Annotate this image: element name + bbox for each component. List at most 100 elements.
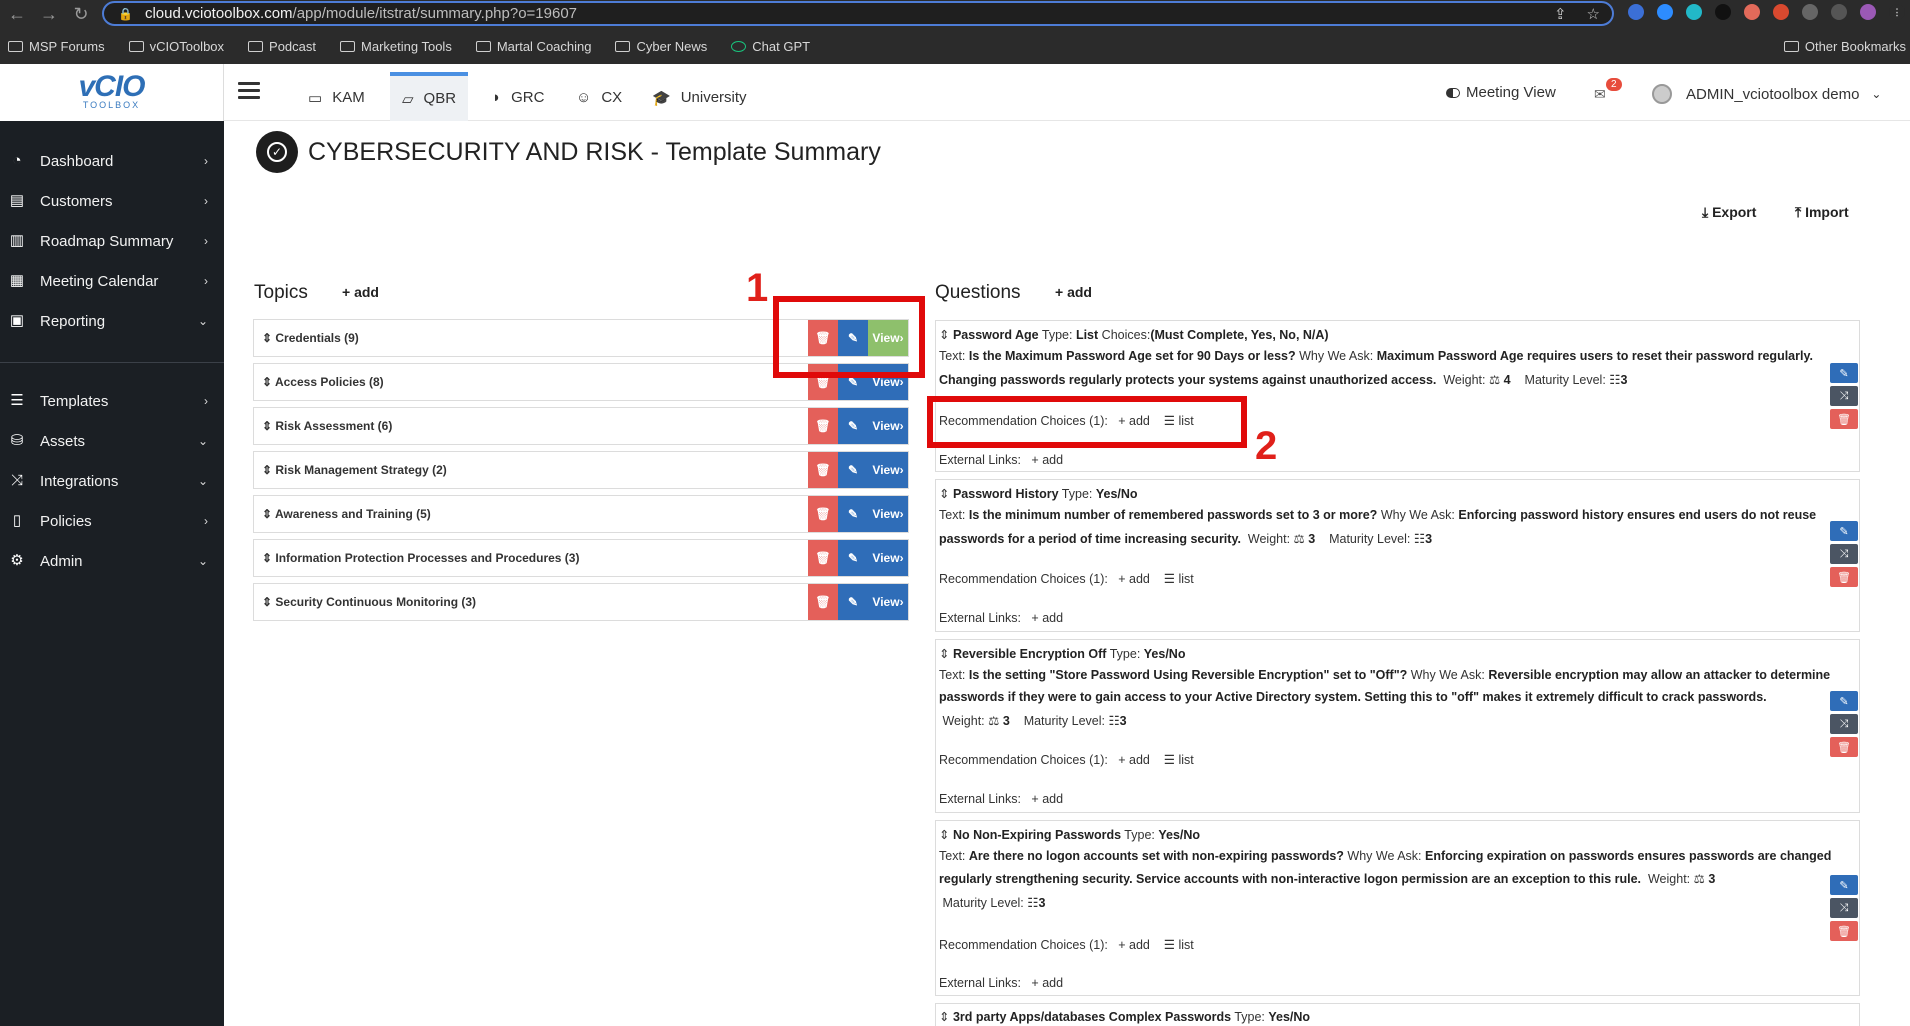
sidebar-item-templates[interactable]: ☰ Templates › (0, 381, 224, 421)
topic-row[interactable]: ⇕ Security Continuous Monitoring (3) 🗑 ✎… (253, 583, 909, 621)
url-bar[interactable]: 🔒 cloud.vciotoolbox.com/app/module/itstr… (102, 1, 1614, 26)
view-button[interactable]: View › (868, 408, 908, 444)
rec-add-button[interactable]: + add (1118, 938, 1150, 952)
sidebar-item-dashboard[interactable]: ◔ Dashboard › (0, 141, 224, 181)
edit-icon[interactable]: ✎ (838, 584, 868, 620)
puzzle-icon[interactable] (1802, 4, 1818, 20)
tab-grc[interactable]: ◗ GRC (480, 74, 556, 121)
edit-icon[interactable]: ✎ (1830, 521, 1858, 541)
extension-icon[interactable] (1715, 4, 1731, 20)
type-label: Type: (1109, 647, 1141, 661)
sidebar-item-admin[interactable]: ⚙ Admin ⌄ (0, 541, 224, 581)
edit-icon[interactable]: ✎ (1830, 875, 1858, 895)
menu-dots-icon[interactable]: ⋮ (1889, 4, 1905, 20)
sidebar-item-meeting-calendar[interactable]: ▦ Meeting Calendar › (0, 261, 224, 301)
sidebar-item-customers[interactable]: ▤ Customers › (0, 181, 224, 221)
rec-list-button[interactable]: ☰ list (1164, 938, 1194, 952)
sidebar-item-reporting[interactable]: ▣ Reporting ⌄ (0, 301, 224, 341)
sidebar-item-roadmap-summary[interactable]: ▥ Roadmap Summary › (0, 221, 224, 261)
view-button[interactable]: View › (868, 540, 908, 576)
external-links-row: External Links: + add (939, 976, 1063, 990)
edit-icon[interactable]: ✎ (1830, 363, 1858, 383)
bookmark-msp-forums[interactable]: MSP Forums (8, 39, 105, 54)
bookmark-label: MSP Forums (29, 38, 105, 54)
forward-icon[interactable]: → (34, 4, 64, 25)
ext-add-button[interactable]: + add (1031, 792, 1063, 806)
add-question-button[interactable]: + add (1055, 284, 1092, 300)
topic-row[interactable]: ⇕ Risk Assessment (6) 🗑 ✎ View › (253, 407, 909, 445)
ext-add-button[interactable]: + add (1031, 453, 1063, 467)
ext-add-button[interactable]: + add (1031, 976, 1063, 990)
topic-row[interactable]: ⇕ Risk Management Strategy (2) 🗑 ✎ View › (253, 451, 909, 489)
profile-icon[interactable] (1860, 4, 1876, 20)
logo[interactable]: vCIO TOOLBOX (0, 64, 224, 121)
shuffle-icon[interactable]: ⤨ (1830, 544, 1858, 564)
ext-add-button[interactable]: + add (1031, 611, 1063, 625)
mail-icon[interactable]: ✉ (1594, 86, 1606, 103)
tab-kam[interactable]: ▭ KAM (296, 74, 377, 121)
view-button[interactable]: View › (868, 584, 908, 620)
sidebar-item-integrations[interactable]: ⤨ Integrations ⌄ (0, 461, 224, 501)
edit-icon[interactable]: ✎ (838, 408, 868, 444)
delete-icon[interactable]: 🗑 (808, 540, 838, 576)
delete-icon[interactable]: 🗑 (808, 584, 838, 620)
delete-icon[interactable]: 🗑 (1830, 409, 1858, 429)
sidebar-item-label: Integrations (40, 472, 119, 490)
bookmark-podcast[interactable]: Podcast (248, 39, 316, 54)
delete-icon[interactable]: 🗑 (808, 496, 838, 532)
bookmark-star-icon[interactable]: ☆ (1587, 5, 1600, 23)
bookmark-cyber-news[interactable]: Cyber News (615, 39, 707, 54)
rec-add-button[interactable]: + add (1118, 753, 1150, 767)
edit-icon[interactable]: ✎ (838, 496, 868, 532)
tab-qbr[interactable]: ▱ QBR (390, 72, 469, 121)
delete-icon[interactable]: 🗑 (808, 452, 838, 488)
share-icon[interactable]: ⇪ (1554, 5, 1567, 23)
other-bookmarks[interactable]: Other Bookmarks (1783, 34, 1906, 58)
tab-cx[interactable]: ☺ CX (564, 74, 634, 121)
bookmark-marketing-tools[interactable]: Marketing Tools (340, 39, 452, 54)
delete-icon[interactable]: 🗑 (1830, 567, 1858, 587)
rec-list-button[interactable]: ☰ list (1164, 572, 1194, 586)
bookmark-chat-gpt[interactable]: Chat GPT (731, 39, 810, 54)
back-icon[interactable]: ← (2, 4, 32, 25)
question-text: Are there no logon accounts set with non… (968, 849, 1344, 863)
view-button[interactable]: View › (868, 452, 908, 488)
url-text: cloud.vciotoolbox.com/app/module/itstrat… (145, 5, 577, 22)
user-menu[interactable]: ADMIN_vciotoolbox demo ⌄ (1652, 84, 1881, 104)
sidebar-item-assets[interactable]: ⛁ Assets ⌄ (0, 421, 224, 461)
topic-row[interactable]: ⇕ Information Protection Processes and P… (253, 539, 909, 577)
edit-icon[interactable]: ✎ (838, 540, 868, 576)
topic-row[interactable]: ⇕ Awareness and Training (5) 🗑 ✎ View › (253, 495, 909, 533)
delete-icon[interactable]: 🗑 (808, 408, 838, 444)
meeting-view-toggle[interactable]: Meeting View (1446, 84, 1556, 101)
maturity-value: 3 (1425, 532, 1433, 546)
extension-icon[interactable] (1773, 4, 1789, 20)
edit-icon[interactable]: ✎ (1830, 691, 1858, 711)
extension-icon[interactable] (1686, 4, 1702, 20)
sidebar-toggle-icon[interactable] (1831, 4, 1847, 20)
edit-icon[interactable]: ✎ (838, 452, 868, 488)
sidebar-item-policies[interactable]: ▯ Policies › (0, 501, 224, 541)
extension-icon[interactable] (1744, 4, 1760, 20)
reload-icon[interactable]: ↻ (66, 4, 96, 25)
view-button[interactable]: View › (868, 496, 908, 532)
tab-university[interactable]: 🎓 University (640, 74, 759, 121)
shuffle-icon[interactable]: ⤨ (1830, 714, 1858, 734)
delete-icon[interactable]: 🗑 (1830, 737, 1858, 757)
bookmark-vciotoolbox[interactable]: vCIOToolbox (128, 39, 224, 54)
export-button[interactable]: ⤓ Export (1702, 204, 1756, 221)
delete-icon[interactable]: 🗑 (1830, 921, 1858, 941)
question-header: ⇕ Password History Type: Yes/No (939, 486, 1138, 501)
question-name: Password Age (952, 328, 1039, 342)
shuffle-icon[interactable]: ⤨ (1830, 386, 1858, 406)
add-topic-button[interactable]: + add (342, 284, 379, 300)
import-button[interactable]: ⤒ Import (1795, 204, 1849, 221)
extension-icon[interactable] (1628, 4, 1644, 20)
bookmark-martal-coaching[interactable]: Martal Coaching (475, 39, 591, 54)
rec-add-button[interactable]: + add (1118, 572, 1150, 586)
chevron-right-icon: › (204, 394, 208, 408)
hamburger-menu-icon[interactable] (238, 82, 260, 100)
rec-list-button[interactable]: ☰ list (1164, 753, 1194, 767)
extension-icon[interactable] (1657, 4, 1673, 20)
shuffle-icon[interactable]: ⤨ (1830, 898, 1858, 918)
